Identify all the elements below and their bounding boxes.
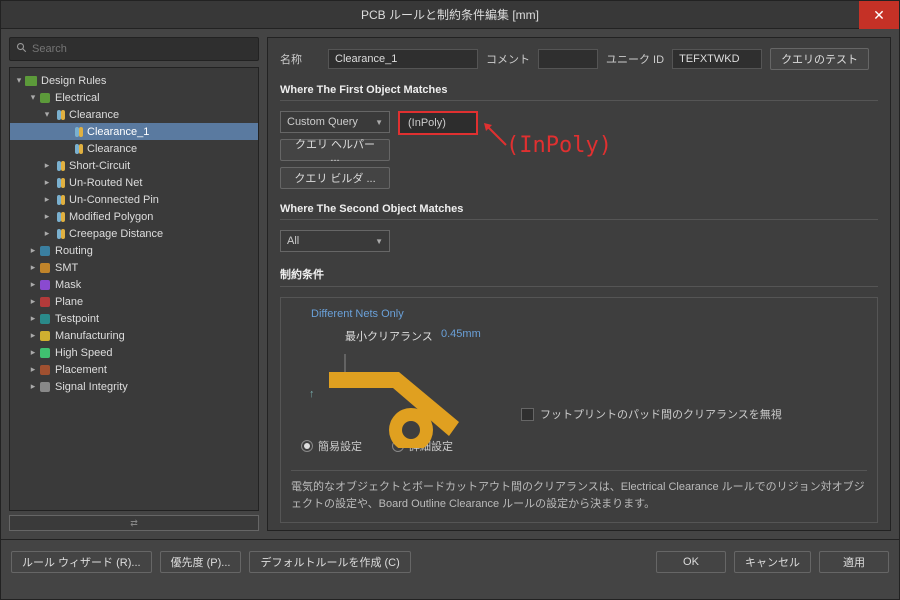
annotation-text: (InPoly)	[506, 133, 612, 158]
clearance-diagram-shape-icon	[329, 348, 519, 448]
tree-unrouted-net[interactable]: ▸Un-Routed Net	[10, 174, 258, 191]
rule-wizard-button[interactable]: ルール ウィザード (R)...	[11, 551, 152, 573]
up-arrow-icon: ↑	[309, 388, 315, 400]
chevron-down-icon: ▼	[375, 118, 383, 127]
second-match-title: Where The Second Object Matches	[280, 203, 878, 220]
constraints-panel: Different Nets Only 最小クリアランス 0.45mm ↑ フッ…	[280, 297, 878, 523]
second-scope-dropdown[interactable]: All▼	[280, 230, 390, 252]
search-input[interactable]	[32, 43, 252, 55]
title-bar: PCB ルールと制約条件編集 [mm] ✕	[1, 1, 899, 29]
query-helper-button[interactable]: クエリ ヘルパー ...	[280, 139, 390, 161]
clearance-diagram: 最小クリアランス 0.45mm ↑	[301, 328, 521, 448]
search-box[interactable]	[9, 37, 259, 61]
apply-button[interactable]: 適用	[819, 551, 889, 573]
tree-routing[interactable]: ▸Routing	[10, 242, 258, 259]
tree-root[interactable]: ▾Design Rules	[10, 72, 258, 89]
query-input[interactable]: (InPoly)	[398, 111, 478, 135]
window-title: PCB ルールと制約条件編集 [mm]	[361, 6, 539, 23]
ignore-pad-label: フットプリントのパッド間のクリアランスを無視	[540, 406, 782, 422]
name-label: 名称	[280, 51, 320, 67]
chevron-down-icon: ▼	[375, 237, 383, 246]
test-query-button[interactable]: クエリのテスト	[770, 48, 869, 70]
tree-mask[interactable]: ▸Mask	[10, 276, 258, 293]
constraints-title: 制約条件	[280, 266, 878, 287]
first-match-title: Where The First Object Matches	[280, 84, 878, 101]
close-button[interactable]: ✕	[859, 1, 899, 29]
tree-electrical[interactable]: ▾Electrical	[10, 89, 258, 106]
query-builder-button[interactable]: クエリ ビルダ ...	[280, 167, 390, 189]
footer: ルール ウィザード (R)... 優先度 (P)... デフォルトルールを作成 …	[1, 539, 899, 583]
tree-creepage[interactable]: ▸Creepage Distance	[10, 225, 258, 242]
rules-tree[interactable]: ▾Design Rules ▾Electrical ▾Clearance Cle…	[9, 67, 259, 511]
tree-manufacturing[interactable]: ▸Manufacturing	[10, 327, 258, 344]
tree-clearance-child[interactable]: Clearance	[10, 140, 258, 157]
different-nets-label: Different Nets Only	[311, 308, 867, 320]
unique-id-input[interactable]	[672, 49, 762, 69]
tree-plane[interactable]: ▸Plane	[10, 293, 258, 310]
tree-smt[interactable]: ▸SMT	[10, 259, 258, 276]
tree-high-speed[interactable]: ▸High Speed	[10, 344, 258, 361]
priority-button[interactable]: 優先度 (P)...	[160, 551, 242, 573]
constraint-note: 電気的なオブジェクトとボードカットアウト間のクリアランスは、Electrical…	[291, 470, 867, 512]
tree-testpoint[interactable]: ▸Testpoint	[10, 310, 258, 327]
tree-modified-polygon[interactable]: ▸Modified Polygon	[10, 208, 258, 225]
default-rules-button[interactable]: デフォルトルールを作成 (C)	[249, 551, 410, 573]
tree-clearance-1[interactable]: Clearance_1	[10, 123, 258, 140]
name-input[interactable]	[328, 49, 478, 69]
tree-signal-integrity[interactable]: ▸Signal Integrity	[10, 378, 258, 395]
comment-label: コメント	[486, 51, 530, 67]
design-rules-switch-button[interactable]: ⇄	[9, 515, 259, 531]
tree-clearance-group[interactable]: ▾Clearance	[10, 106, 258, 123]
min-clearance-value[interactable]: 0.45mm	[441, 328, 481, 340]
tree-short-circuit[interactable]: ▸Short-Circuit	[10, 157, 258, 174]
tree-unconnected-pin[interactable]: ▸Un-Connected Pin	[10, 191, 258, 208]
min-clearance-label: 最小クリアランス	[345, 328, 433, 344]
tree-placement[interactable]: ▸Placement	[10, 361, 258, 378]
ignore-pad-checkbox[interactable]	[521, 408, 534, 421]
first-scope-dropdown[interactable]: Custom Query▼	[280, 111, 390, 133]
unique-id-label: ユニーク ID	[606, 51, 664, 67]
search-icon	[16, 42, 32, 57]
ok-button[interactable]: OK	[656, 551, 726, 573]
comment-input[interactable]	[538, 49, 598, 69]
cancel-button[interactable]: キャンセル	[734, 551, 811, 573]
